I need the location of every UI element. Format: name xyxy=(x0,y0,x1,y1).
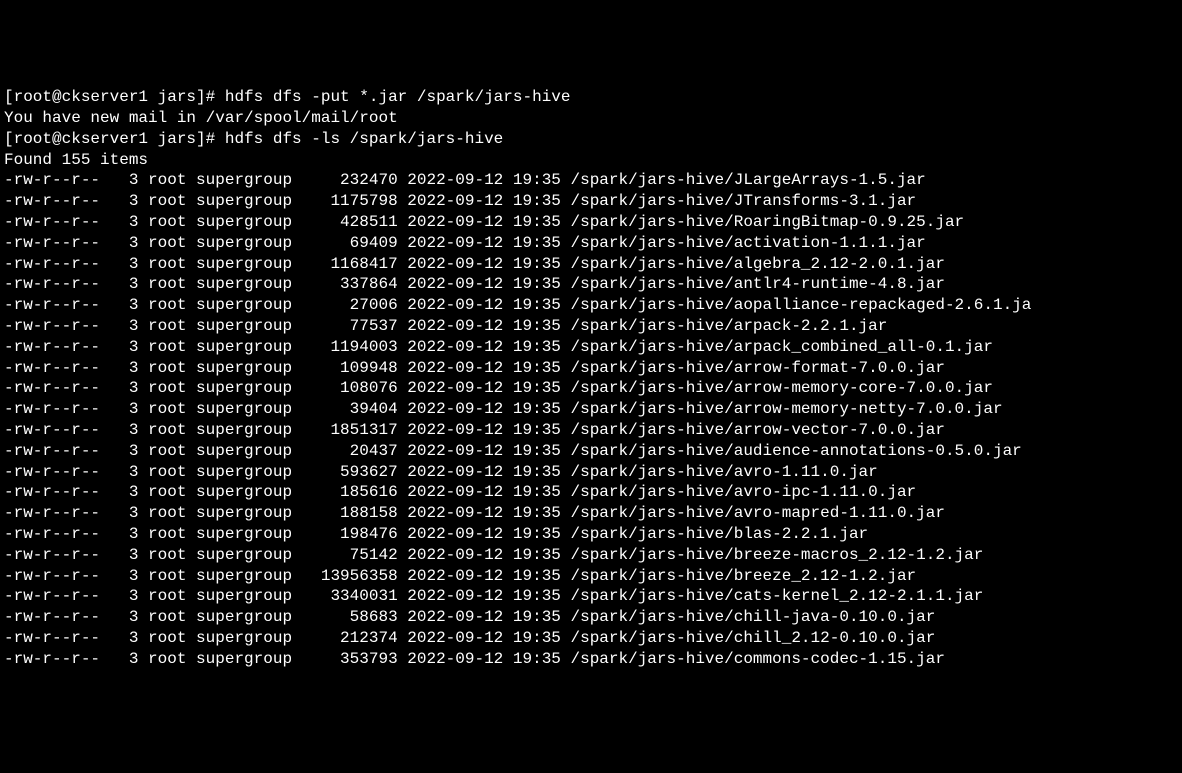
terminal-output[interactable]: [root@ckserver1 jars]# hdfs dfs -put *.j… xyxy=(4,87,1178,669)
